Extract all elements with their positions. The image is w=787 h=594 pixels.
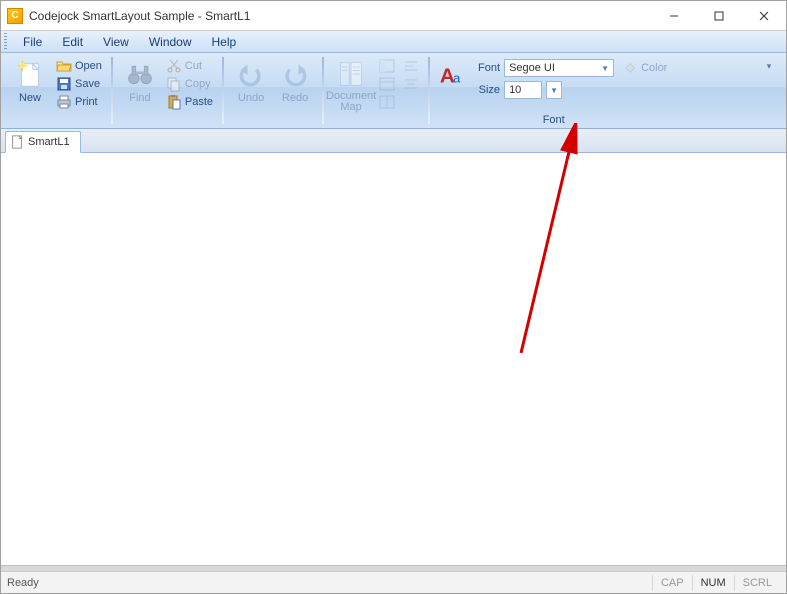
- redo-arrow-icon: [279, 59, 311, 91]
- title-bar: C Codejock SmartLayout Sample - SmartL1: [1, 1, 786, 31]
- document-map-icon: [335, 59, 367, 89]
- menu-file[interactable]: File: [13, 31, 52, 52]
- align-button-2[interactable]: [400, 75, 422, 93]
- menu-edit[interactable]: Edit: [52, 31, 93, 52]
- align-left-icon: [403, 58, 419, 74]
- color-bucket-icon: [622, 60, 638, 76]
- font-name-label: Font: [472, 62, 500, 74]
- layout-button-3[interactable]: [376, 93, 398, 111]
- document-tab[interactable]: SmartL1: [5, 131, 81, 153]
- layout-button-2[interactable]: [376, 75, 398, 93]
- ribbon-separator: [322, 57, 324, 124]
- copy-icon: [166, 76, 182, 92]
- minimize-button[interactable]: [651, 1, 696, 30]
- status-scrl: SCRL: [734, 575, 780, 591]
- font-name-combo[interactable]: Segoe UI ▼: [504, 59, 614, 77]
- save-button[interactable]: Save: [53, 75, 105, 93]
- application-window: C Codejock SmartLayout Sample - SmartL1 …: [0, 0, 787, 594]
- window-controls: [651, 1, 786, 30]
- font-size-dropdown[interactable]: ▼: [546, 81, 562, 99]
- ribbon-overflow: ▾: [756, 55, 782, 126]
- ribbon-group-undo: Undo Redo: [226, 55, 320, 126]
- chevron-down-icon: ▼: [548, 86, 560, 95]
- ribbon-separator: [222, 57, 224, 124]
- menu-window[interactable]: Window: [139, 31, 202, 52]
- ribbon-group-file: New Open Save: [5, 55, 109, 126]
- undo-button[interactable]: Undo: [230, 57, 272, 113]
- align-center-icon: [403, 76, 419, 92]
- color-button[interactable]: Color: [618, 60, 671, 76]
- document-area[interactable]: [1, 153, 786, 565]
- font-aa-icon: Aa: [437, 59, 469, 91]
- layout-icon: [379, 76, 395, 92]
- layout-icon: [379, 58, 395, 74]
- status-cap: CAP: [652, 575, 692, 591]
- font-size-label: Size: [472, 84, 500, 96]
- window-title: Codejock SmartLayout Sample - SmartL1: [29, 9, 651, 23]
- document-tab-strip: SmartL1: [1, 129, 786, 153]
- ribbon-group-view: Document Map: [326, 55, 426, 126]
- scissors-icon: [166, 58, 182, 74]
- document-icon: [10, 135, 24, 149]
- binoculars-icon: [124, 59, 156, 91]
- ribbon-separator: [428, 57, 430, 124]
- font-style-button[interactable]: Aa: [436, 57, 470, 113]
- font-size-combo[interactable]: 10: [504, 81, 542, 99]
- status-num: NUM: [692, 575, 734, 591]
- document-map-button[interactable]: Document Map: [330, 57, 372, 113]
- menu-bar: File Edit View Window Help: [1, 31, 786, 53]
- ribbon-group-edit: Find Cut Copy: [115, 55, 220, 126]
- close-button[interactable]: [741, 1, 786, 30]
- print-button[interactable]: Print: [53, 93, 105, 111]
- layout-icon: [379, 94, 395, 110]
- status-bar: Ready CAP NUM SCRL: [1, 571, 786, 593]
- save-disk-icon: [56, 76, 72, 92]
- open-button[interactable]: Open: [53, 57, 105, 75]
- paste-button[interactable]: Paste: [163, 93, 216, 111]
- menu-view[interactable]: View: [93, 31, 139, 52]
- clipboard-paste-icon: [166, 94, 182, 110]
- align-button-1[interactable]: [400, 57, 422, 75]
- cut-button[interactable]: Cut: [163, 57, 216, 75]
- copy-button[interactable]: Copy: [163, 75, 216, 93]
- ribbon-toolbar: New Open Save: [1, 53, 786, 129]
- ribbon-separator: [111, 57, 113, 124]
- font-group-label: Font: [436, 113, 671, 127]
- new-button[interactable]: New: [9, 57, 51, 113]
- ribbon-group-font: Aa Font Segoe UI ▼ C: [432, 55, 675, 126]
- svg-text:a: a: [453, 71, 461, 86]
- menu-help[interactable]: Help: [202, 31, 247, 52]
- app-icon: C: [7, 8, 23, 24]
- find-button[interactable]: Find: [119, 57, 161, 113]
- redo-button[interactable]: Redo: [274, 57, 316, 113]
- chevron-down-icon: ▼: [599, 64, 611, 73]
- maximize-button[interactable]: [696, 1, 741, 30]
- printer-icon: [56, 94, 72, 110]
- status-ready: Ready: [7, 577, 652, 589]
- new-file-icon: [14, 59, 46, 91]
- ribbon-options-button[interactable]: ▾: [762, 59, 776, 73]
- annotation-arrow: [481, 123, 601, 373]
- document-tab-label: SmartL1: [28, 136, 70, 148]
- undo-arrow-icon: [235, 59, 267, 91]
- layout-button-1[interactable]: [376, 57, 398, 75]
- open-folder-icon: [56, 58, 72, 74]
